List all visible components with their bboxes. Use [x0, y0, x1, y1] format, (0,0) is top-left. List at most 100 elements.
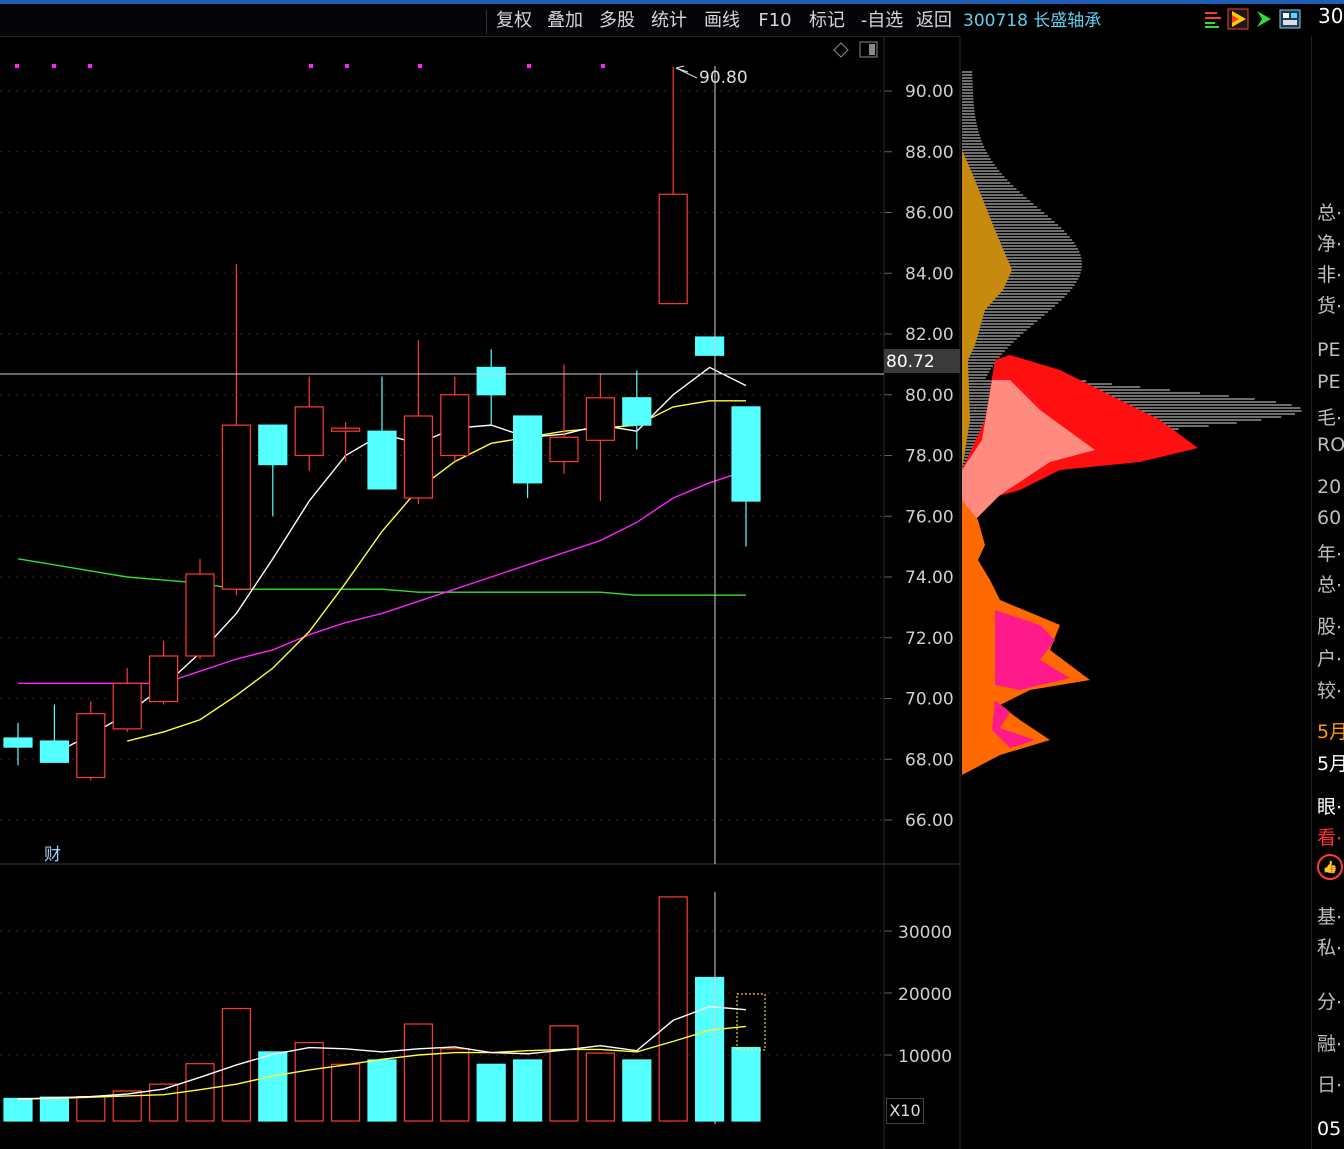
volume-tick-label: 20000	[898, 985, 952, 1005]
volume-bar	[185, 1063, 215, 1122]
side-item: 股⋯	[1317, 616, 1344, 638]
volume-placeholder-box	[736, 993, 766, 1051]
price-tick-label: 80.00	[905, 386, 954, 406]
stock-title-clipped: 30	[1318, 4, 1344, 28]
chart-grid	[0, 90, 884, 1056]
price-tick-label: 84.00	[905, 264, 954, 284]
side-item: 05	[1317, 1118, 1342, 1140]
candle-body	[512, 415, 543, 484]
candle-body	[731, 406, 761, 502]
price-tick-label: 78.00	[905, 447, 954, 467]
side-item[interactable]: 5月	[1317, 749, 1344, 776]
side-item: 分⋯	[1317, 991, 1344, 1013]
price-tick-label: 88.00	[905, 143, 954, 163]
price-tick-label: 70.00	[905, 690, 954, 710]
side-item: 非⋯	[1317, 264, 1344, 286]
candle-body	[549, 436, 579, 463]
thumbs-up-icon[interactable]: 👍	[1317, 854, 1343, 880]
price-axis: 90.00 88.00 86.00 84.00 82.00 80.00 78.00 76.00…	[884, 82, 954, 831]
price-tick-label: 68.00	[905, 750, 954, 770]
side-item: 私⋯	[1317, 937, 1344, 959]
panel-toggle-icon[interactable]	[859, 41, 878, 58]
candle-body	[221, 424, 251, 590]
side-item: 日⋯	[1317, 1074, 1344, 1096]
candle-body	[149, 655, 179, 703]
price-tick-label: 82.00	[905, 325, 954, 345]
candle-body	[294, 406, 324, 457]
side-item: 基⋯	[1317, 906, 1344, 928]
candle-body	[185, 573, 215, 657]
candle-body	[403, 415, 433, 499]
candle-body	[658, 193, 688, 305]
candle-body	[622, 397, 652, 426]
price-tick-label: 86.00	[905, 204, 954, 224]
volume-bar	[367, 1059, 397, 1122]
volume-bar	[440, 1048, 470, 1122]
event-dots	[15, 64, 605, 68]
side-item: 60	[1317, 507, 1342, 529]
diamond-icon[interactable]	[833, 42, 849, 58]
side-item: 总⋯	[1317, 202, 1344, 224]
candle-body	[440, 394, 470, 457]
volume-tick-label: 10000	[898, 1047, 952, 1067]
candle-body	[76, 713, 106, 779]
side-item: 净⋯	[1317, 233, 1344, 255]
side-item[interactable]: 看⋯	[1317, 823, 1344, 850]
side-item: 融⋯	[1317, 1033, 1344, 1055]
side-item: 年⋯	[1317, 543, 1344, 565]
ma10-line	[127, 400, 746, 742]
price-tick-label: 72.00	[905, 629, 954, 649]
financial-report-marker[interactable]: 财	[44, 845, 61, 865]
price-tick-label: 76.00	[905, 507, 954, 527]
high-price-label: 90.80	[699, 68, 748, 88]
side-item: 户⋯	[1317, 648, 1344, 670]
volume-series	[3, 896, 761, 1122]
side-item: 货⋯	[1317, 295, 1344, 317]
candle-body	[694, 336, 725, 356]
stock-info-side-panel: 总⋯ 净⋯ 非⋯ 货⋯ PE PE 毛⋯ RO 20 60 年⋯ 总⋯ 股⋯ 户…	[1311, 36, 1344, 1149]
volume-bar	[331, 1063, 361, 1122]
candle-body	[39, 740, 70, 763]
side-item: PE	[1317, 339, 1341, 361]
volume-bar	[694, 976, 725, 1122]
volume-bar	[549, 1025, 579, 1122]
volume-bar	[39, 1096, 70, 1122]
side-item: RO	[1317, 434, 1344, 456]
volume-bar	[512, 1059, 543, 1122]
candle-body	[3, 737, 33, 748]
price-tick-label: 66.00	[905, 811, 954, 831]
volume-bar	[294, 1041, 324, 1122]
high-price-arrow	[675, 65, 698, 79]
candle-body	[476, 366, 506, 396]
ma60-line	[17, 558, 746, 596]
kline-chart[interactable]: 90.00 88.00 86.00 84.00 82.00 80.00 78.00 76.00…	[0, 0, 1311, 1149]
volume-bar	[658, 896, 688, 1122]
volume-bar	[3, 1097, 33, 1122]
volume-bar	[76, 1095, 106, 1122]
volume-bar	[258, 1051, 288, 1122]
volume-bar	[476, 1063, 506, 1122]
side-item: 毛⋯	[1317, 407, 1344, 429]
volume-bar	[622, 1059, 652, 1122]
crosshair-price-label: 80.72	[886, 352, 935, 372]
volume-bar	[585, 1052, 616, 1122]
candle-body	[112, 682, 142, 730]
candle-body	[258, 424, 288, 466]
volume-multiplier[interactable]: X10	[886, 1098, 924, 1124]
volume-bar	[403, 1023, 433, 1122]
side-item: 眼⋯	[1317, 796, 1344, 818]
side-item: 20	[1317, 476, 1342, 498]
side-item: 较⋯	[1317, 680, 1344, 702]
price-tick-label: 74.00	[905, 568, 954, 588]
side-item[interactable]: 5月	[1317, 717, 1344, 744]
side-item: 总⋯	[1317, 574, 1344, 596]
volume-tick-label: 30000	[898, 923, 952, 943]
candlestick-series	[3, 66, 761, 781]
volume-bar	[731, 1046, 761, 1122]
volume-axis: 30000 20000 10000	[884, 923, 952, 1067]
candle-body	[331, 427, 361, 432]
price-tick-label: 90.00	[905, 82, 954, 102]
candle-body	[367, 430, 397, 490]
volume-profile	[962, 71, 1302, 775]
side-item: PE	[1317, 371, 1341, 393]
